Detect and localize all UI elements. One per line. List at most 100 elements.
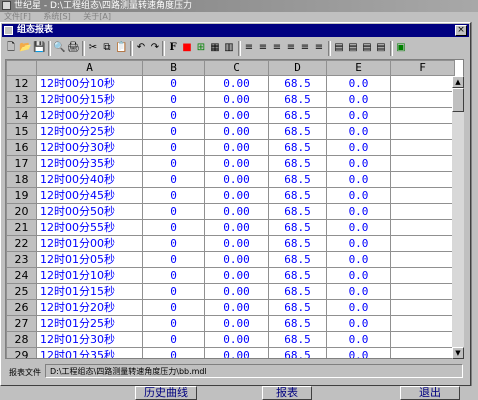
cell-c[interactable]: 0.00: [204, 299, 269, 316]
cell-f[interactable]: [390, 75, 455, 92]
cell-a[interactable]: 12时00分20秒: [36, 107, 143, 124]
row-header[interactable]: 14: [6, 107, 37, 124]
cell-d[interactable]: 68.5: [268, 171, 327, 188]
cell-d[interactable]: 68.5: [268, 155, 327, 172]
cell-a[interactable]: 12时00分10秒: [36, 75, 143, 92]
cell-f[interactable]: [390, 123, 455, 140]
cell-b[interactable]: 0: [142, 331, 205, 348]
cell-f[interactable]: [390, 331, 455, 348]
cell-b[interactable]: 0: [142, 187, 205, 204]
redo-icon[interactable]: ↷: [149, 42, 161, 54]
cell-c[interactable]: 0.00: [204, 171, 269, 188]
vertical-scrollbar[interactable]: ▲ ▼: [452, 76, 464, 359]
cell-d[interactable]: 68.5: [268, 123, 327, 140]
cell-f[interactable]: [390, 347, 455, 358]
row-header[interactable]: 24: [6, 267, 37, 284]
new-icon[interactable]: 🗋: [5, 42, 17, 54]
cell-c[interactable]: 0.00: [204, 251, 269, 268]
cell-b[interactable]: 0: [142, 283, 205, 300]
cell-c[interactable]: 0.00: [204, 123, 269, 140]
close-button[interactable]: ×: [455, 25, 467, 36]
column-header-b[interactable]: B: [142, 60, 205, 76]
chart-icon[interactable]: ▥: [223, 42, 235, 54]
align-top-icon[interactable]: ≡: [285, 42, 297, 54]
report-button[interactable]: 报表: [262, 386, 312, 400]
save-icon[interactable]: 💾: [33, 42, 45, 54]
cell-b[interactable]: 0: [142, 299, 205, 316]
export-excel-icon[interactable]: ▣: [395, 42, 407, 54]
color-icon[interactable]: ■: [181, 42, 193, 54]
row-header[interactable]: 26: [6, 299, 37, 316]
row-header[interactable]: 19: [6, 187, 37, 204]
cell-c[interactable]: 0.00: [204, 75, 269, 92]
delete-row-icon[interactable]: ▤: [347, 42, 359, 54]
column-header-a[interactable]: A: [36, 60, 143, 76]
align-left-icon[interactable]: ≡: [243, 42, 255, 54]
history-curve-button[interactable]: 历史曲线: [135, 386, 197, 400]
cell-b[interactable]: 0: [142, 203, 205, 220]
border-icon[interactable]: ▦: [209, 42, 221, 54]
cell-a[interactable]: 12时01分10秒: [36, 267, 143, 284]
cell-e[interactable]: 0.0: [326, 267, 391, 284]
cell-b[interactable]: 0: [142, 251, 205, 268]
align-center-icon[interactable]: ≡: [257, 42, 269, 54]
cell-c[interactable]: 0.00: [204, 283, 269, 300]
row-header[interactable]: 28: [6, 331, 37, 348]
cell-d[interactable]: 68.5: [268, 299, 327, 316]
open-icon[interactable]: 📂: [19, 42, 31, 54]
row-header[interactable]: 22: [6, 235, 37, 252]
cell-a[interactable]: 12时01分20秒: [36, 299, 143, 316]
cell-a[interactable]: 12时01分00秒: [36, 235, 143, 252]
cell-a[interactable]: 12时01分15秒: [36, 283, 143, 300]
cell-b[interactable]: 0: [142, 75, 205, 92]
cell-d[interactable]: 68.5: [268, 235, 327, 252]
cell-c[interactable]: 0.00: [204, 315, 269, 332]
column-header-d[interactable]: D: [268, 60, 327, 76]
row-header[interactable]: 12: [6, 75, 37, 92]
cell-d[interactable]: 68.5: [268, 331, 327, 348]
insert-col-icon[interactable]: ▤: [361, 42, 373, 54]
cell-f[interactable]: [390, 251, 455, 268]
cell-f[interactable]: [390, 283, 455, 300]
align-bottom-icon[interactable]: ≡: [313, 42, 325, 54]
cell-f[interactable]: [390, 315, 455, 332]
cell-b[interactable]: 0: [142, 219, 205, 236]
cell-c[interactable]: 0.00: [204, 139, 269, 156]
cell-c[interactable]: 0.00: [204, 107, 269, 124]
cell-e[interactable]: 0.0: [326, 187, 391, 204]
cell-b[interactable]: 0: [142, 107, 205, 124]
cell-b[interactable]: 0: [142, 171, 205, 188]
column-header-f[interactable]: F: [390, 60, 455, 76]
cell-a[interactable]: 12时01分25秒: [36, 315, 143, 332]
menu-about[interactable]: 关于[A]: [83, 12, 111, 22]
cell-d[interactable]: 68.5: [268, 347, 327, 358]
cell-c[interactable]: 0.00: [204, 91, 269, 108]
cell-c[interactable]: 0.00: [204, 219, 269, 236]
cell-f[interactable]: [390, 171, 455, 188]
cell-d[interactable]: 68.5: [268, 91, 327, 108]
cell-f[interactable]: [390, 187, 455, 204]
cell-d[interactable]: 68.5: [268, 251, 327, 268]
cell-f[interactable]: [390, 299, 455, 316]
cell-c[interactable]: 0.00: [204, 155, 269, 172]
font-icon[interactable]: F: [167, 42, 179, 54]
cell-b[interactable]: 0: [142, 315, 205, 332]
cell-e[interactable]: 0.0: [326, 139, 391, 156]
cell-f[interactable]: [390, 155, 455, 172]
cell-d[interactable]: 68.5: [268, 107, 327, 124]
cell-a[interactable]: 12时00分30秒: [36, 139, 143, 156]
align-middle-icon[interactable]: ≡: [299, 42, 311, 54]
cell-f[interactable]: [390, 203, 455, 220]
column-header-e[interactable]: E: [326, 60, 391, 76]
delete-col-icon[interactable]: ▤: [375, 42, 387, 54]
report-grid[interactable]: ABCDEF 12 12时00分10秒 0 0.00 68.5 0.0 13 12时00分15…: [5, 59, 464, 359]
row-header[interactable]: 17: [6, 155, 37, 172]
scroll-down-icon[interactable]: ▼: [452, 347, 464, 359]
cell-f[interactable]: [390, 107, 455, 124]
cell-e[interactable]: 0.0: [326, 251, 391, 268]
cut-icon[interactable]: ✂: [87, 42, 99, 54]
print-preview-icon[interactable]: 🔍: [53, 42, 65, 54]
cell-e[interactable]: 0.0: [326, 235, 391, 252]
copy-icon[interactable]: ⧉: [101, 42, 113, 54]
row-header[interactable]: 20: [6, 203, 37, 220]
